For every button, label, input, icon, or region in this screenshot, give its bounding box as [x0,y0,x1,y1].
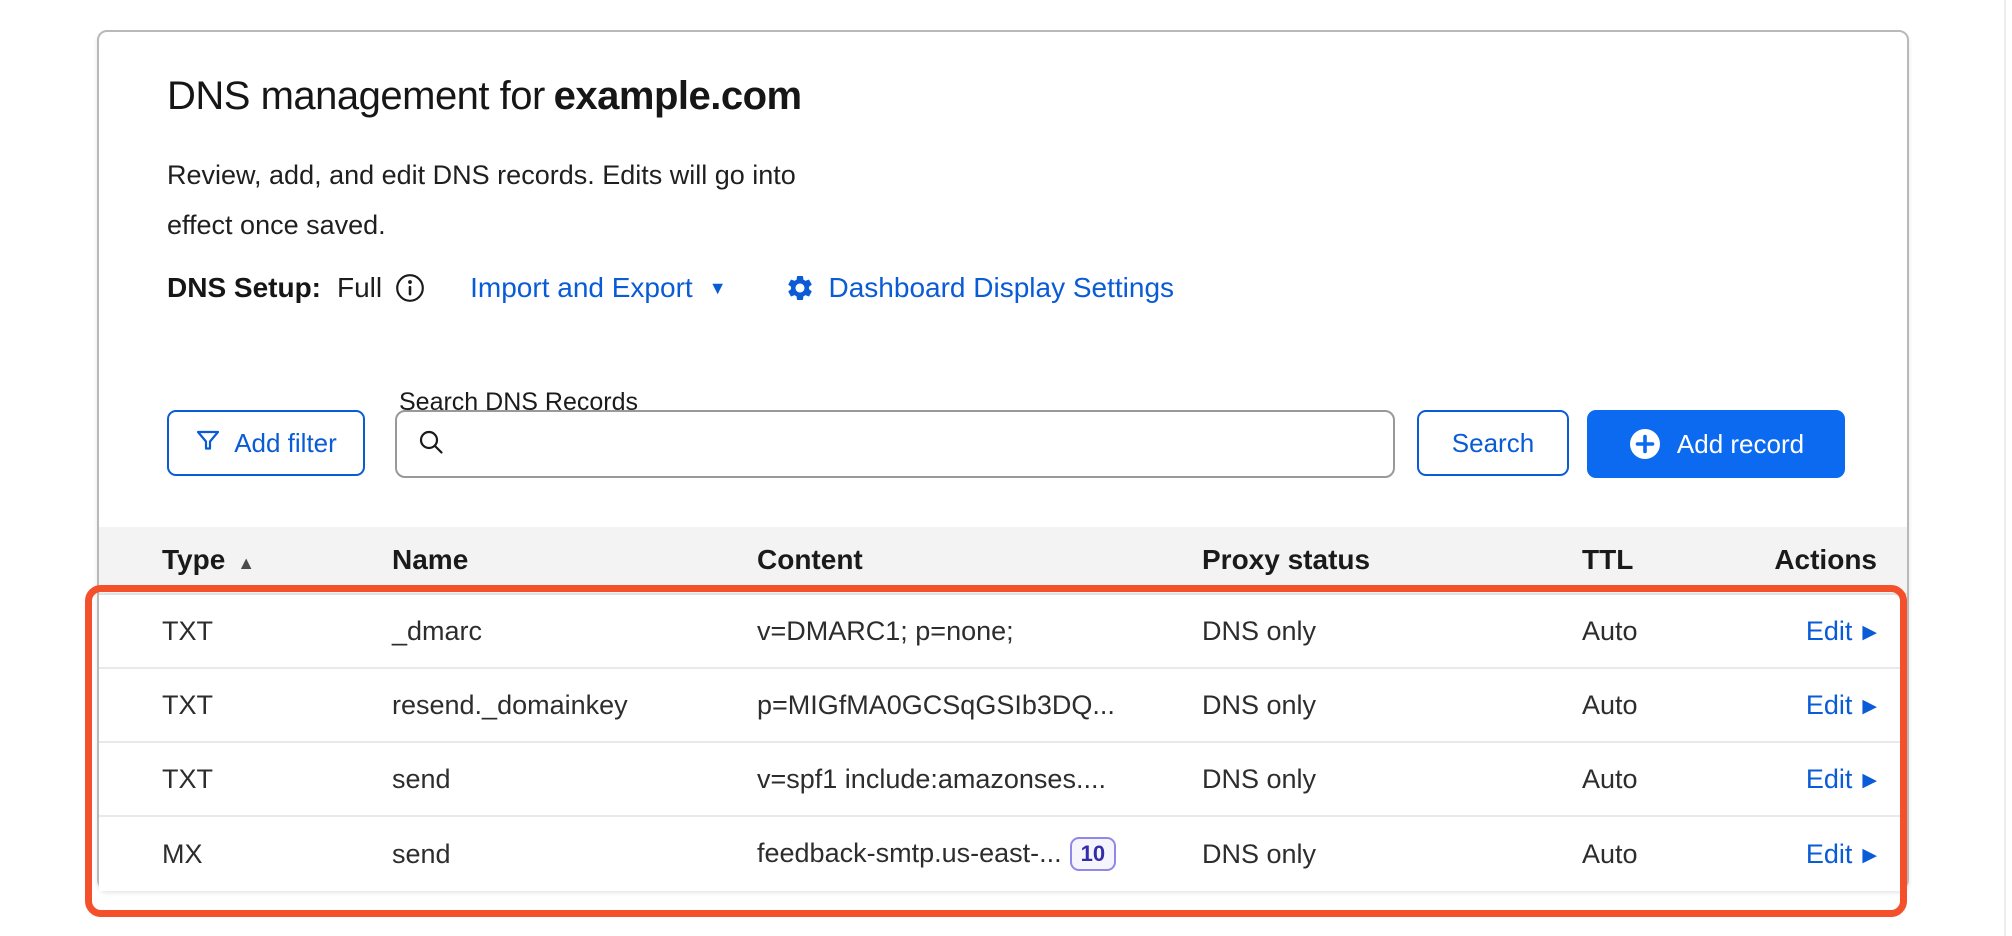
dns-setup-label: DNS Setup: [167,272,321,304]
column-header-type-label: Type [162,544,225,575]
column-header-proxy-status: Proxy status [1202,544,1582,576]
cell-ttl: Auto [1582,616,1772,647]
edit-record-link[interactable]: Edit ▶ [1806,690,1877,721]
search-button[interactable]: Search [1417,410,1569,476]
column-header-actions: Actions [1772,544,1877,576]
table-row: TXT resend._domainkey p=MIGfMA0GCSqGSIb3… [99,669,1907,743]
cell-ttl: Auto [1582,764,1772,795]
search-button-label: Search [1452,428,1534,459]
edit-record-link[interactable]: Edit ▶ [1806,764,1877,795]
info-icon[interactable] [394,272,426,304]
table-row: MX send feedback-smtp.us-east-... 10 DNS… [99,817,1907,891]
column-header-ttl: TTL [1582,544,1772,576]
table-row: TXT _dmarc v=DMARC1; p=none; DNS only Au… [99,595,1907,669]
plus-circle-icon [1628,427,1662,461]
cell-content: v=spf1 include:amazonses.... [757,764,1202,795]
search-box [395,410,1395,478]
import-export-label: Import and Export [470,272,693,304]
cell-name: send [392,839,757,870]
page-title-prefix: DNS management for [167,74,554,118]
cell-proxy-status: DNS only [1202,616,1582,647]
cell-content-text: feedback-smtp.us-east-... [757,838,1062,869]
filter-icon [195,427,221,460]
table-row: TXT send v=spf1 include:amazonses.... DN… [99,743,1907,817]
import-export-link[interactable]: Import and Export ▼ [470,272,726,304]
viewport-edge-divider [2004,0,2006,936]
table-header-row: Type ▲ Name Content Proxy status TTL Acti… [99,527,1907,595]
chevron-right-icon: ▶ [1862,769,1877,792]
add-record-label: Add record [1677,429,1804,460]
search-input[interactable] [459,429,1393,460]
add-record-button[interactable]: Add record [1587,410,1845,478]
cell-content: p=MIGfMA0GCSqGSIb3DQ... [757,690,1202,721]
dns-setup-value: Full [337,272,382,304]
column-header-type[interactable]: Type ▲ [162,544,392,576]
sort-ascending-icon: ▲ [237,553,255,573]
cell-type: MX [162,839,392,870]
dashboard-display-settings-link[interactable]: Dashboard Display Settings [785,272,1175,304]
gear-icon [785,273,815,303]
column-header-name: Name [392,544,757,576]
cell-name: send [392,764,757,795]
cell-content: v=DMARC1; p=none; [757,616,1202,647]
edit-label: Edit [1806,764,1853,795]
edit-record-link[interactable]: Edit ▶ [1806,616,1877,647]
add-filter-button[interactable]: Add filter [167,410,365,476]
edit-record-link[interactable]: Edit ▶ [1806,839,1877,870]
chevron-right-icon: ▶ [1862,695,1877,718]
search-icon [417,428,445,461]
cell-proxy-status: DNS only [1202,839,1582,870]
cell-ttl: Auto [1582,690,1772,721]
cell-proxy-status: DNS only [1202,690,1582,721]
cell-ttl: Auto [1582,839,1772,870]
cell-type: TXT [162,616,392,647]
cell-type: TXT [162,690,392,721]
edit-label: Edit [1806,616,1853,647]
column-header-content: Content [757,544,1202,576]
add-filter-label: Add filter [234,428,337,459]
page-title: DNS management forexample.com [167,74,802,119]
cell-name: resend._domainkey [392,690,757,721]
dashboard-display-settings-label: Dashboard Display Settings [829,272,1175,304]
edit-label: Edit [1806,839,1853,870]
page-title-domain: example.com [554,74,802,118]
edit-label: Edit [1806,690,1853,721]
cell-name: _dmarc [392,616,757,647]
chevron-right-icon: ▶ [1862,621,1877,644]
dns-management-panel: DNS management forexample.com Review, ad… [97,30,1909,890]
dns-setup-row: DNS Setup: Full Import and Export ▼ Dash… [167,272,1174,304]
cell-type: TXT [162,764,392,795]
page-description: Review, add, and edit DNS records. Edits… [167,150,807,250]
chevron-down-icon: ▼ [709,278,727,299]
cell-proxy-status: DNS only [1202,764,1582,795]
cell-content: feedback-smtp.us-east-... 10 [757,837,1202,871]
dns-records-table: Type ▲ Name Content Proxy status TTL Acti… [99,527,1907,891]
priority-badge: 10 [1070,837,1116,871]
chevron-right-icon: ▶ [1862,844,1877,867]
